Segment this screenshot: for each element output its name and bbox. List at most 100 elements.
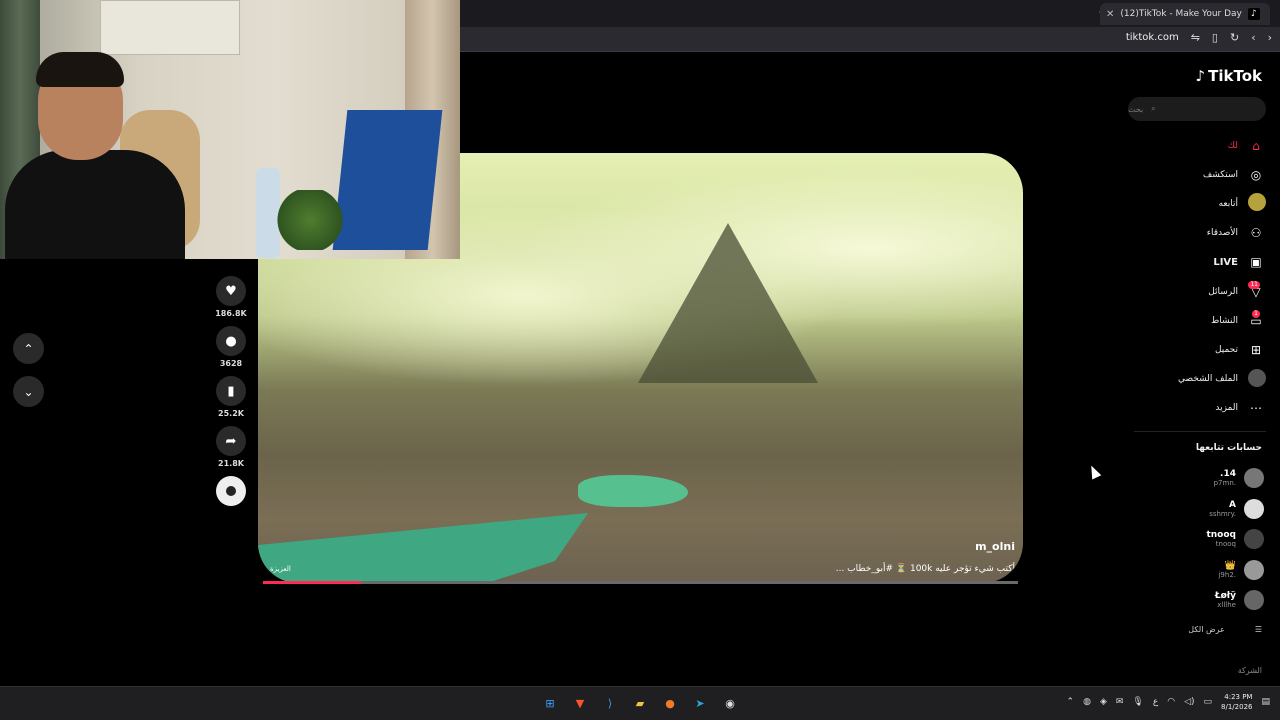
webcam-person-body (5, 150, 185, 259)
site-settings-icon[interactable]: ⇋ (1191, 31, 1200, 44)
file-explorer-icon[interactable]: ▰ (630, 693, 650, 713)
previous-video-button[interactable]: ⌃ (13, 333, 44, 364)
avatar (1244, 529, 1264, 550)
share-count: 21.8K (218, 459, 244, 468)
avatar (1244, 590, 1264, 611)
messages-badge: 11 (1248, 280, 1260, 289)
sidebar-item-activity[interactable]: النشاط ▭ 1 (1134, 306, 1264, 335)
webcam-person-hair (36, 52, 124, 87)
webcam-plant (275, 190, 345, 250)
friends-icon: ⚇ (1250, 226, 1262, 241)
search-icon[interactable]: ⌕ (1151, 104, 1155, 114)
following-account[interactable]: Asshmry. (1134, 494, 1264, 525)
following-account[interactable]: .14 p7mn. (1134, 463, 1264, 494)
forward-icon[interactable]: › (1268, 31, 1272, 44)
notification-icon[interactable]: ▤ (1261, 697, 1270, 707)
following-account[interactable]: tnooq tnooq (1134, 524, 1264, 555)
video-lake (258, 513, 588, 583)
tiktok-note-icon: ♪ (1195, 67, 1206, 85)
messages-icon: ▽ 11 (1248, 280, 1261, 299)
bookmark-icon[interactable]: ▯ (1212, 31, 1218, 44)
comment-count: 3628 (219, 359, 243, 368)
bookmark-save-icon[interactable]: ▮ (216, 376, 246, 406)
back-icon[interactable]: ‹ (1251, 31, 1255, 44)
avatar (1244, 559, 1264, 580)
video-navigation: ⌃ ⌄ (13, 333, 44, 419)
following-list: .14 p7mn. Asshmry. tnooq tnooq 👑 j9h2. Łøłÿ… (1134, 463, 1264, 616)
tray-chevron-icon[interactable]: ⌃ (1067, 697, 1075, 707)
tray-shield-icon[interactable]: ◈ (1100, 697, 1107, 707)
more-icon: ⋯ (1250, 401, 1262, 416)
sidebar-item-following[interactable]: أتابعه (1134, 189, 1266, 218)
tray-app-icon[interactable]: ◍ (1083, 697, 1091, 707)
language-indicator[interactable]: ع (1153, 697, 1158, 707)
sidebar-item-friends[interactable]: الأصدقاء ⚇ (1134, 219, 1264, 248)
avatar (1244, 498, 1264, 519)
app-orange-icon[interactable]: ● (660, 693, 680, 713)
webcam-air-conditioner (100, 0, 240, 55)
sidebar-item-more[interactable]: المزيد ⋯ (1134, 394, 1264, 423)
like-icon[interactable]: ♥ (216, 276, 246, 306)
sidebar-item-live[interactable]: LIVE ▣ (1134, 248, 1264, 277)
home-icon: ⌂ (1252, 138, 1260, 153)
sidebar-item-explore[interactable]: استكشف ◎ (1134, 160, 1264, 189)
music-disc-icon[interactable] (216, 476, 246, 506)
sidebar-item-for-you[interactable]: لك ⌂ (1134, 131, 1264, 160)
close-tab-icon[interactable]: ✕ (1106, 9, 1114, 20)
following-avatar-icon (1248, 193, 1266, 214)
sidebar: ♪ TikTok ⌕ بحث لك ⌂ استكشف ◎ أتابعه الأصدقا… (1125, 53, 1280, 686)
obs-icon[interactable]: ◉ (720, 693, 740, 713)
vscode-icon[interactable]: ⟩ (600, 693, 620, 713)
live-icon: ▣ (1250, 255, 1262, 270)
windows-start-icon[interactable]: ⊞ (540, 693, 560, 713)
sidebar-item-profile[interactable]: الملف الشخصي (1134, 365, 1266, 394)
video-progress-fill (263, 581, 362, 584)
webcam-overlay (0, 0, 460, 259)
company-link[interactable]: الشركة (1238, 666, 1262, 675)
tab-title: (12)TikTok - Make Your Day (1120, 9, 1242, 19)
tiktok-favicon-icon: ♪ (1247, 8, 1260, 20)
brave-browser-icon[interactable]: ▼ (570, 693, 590, 713)
sidebar-item-upload[interactable]: تحميل ⊞ (1134, 335, 1264, 364)
see-all-link[interactable]: ☰ عرض الكل (1188, 625, 1262, 634)
url-text[interactable]: tiktok.com (1126, 32, 1179, 43)
upload-icon: ⊞ (1250, 342, 1262, 357)
volume-icon[interactable]: ◁) (1184, 697, 1194, 707)
list-icon: ☰ (1254, 625, 1262, 634)
video-username[interactable]: m_olni (975, 540, 1015, 553)
sidebar-menu: لك ⌂ استكشف ◎ أتابعه الأصدقاء ⚇ LIVE ▣ الرسا… (1134, 131, 1266, 423)
taskbar: ⊞ ▼ ⟩ ▰ ● ➤ ◉ ⌃ ◍ ◈ ✉ 🎙 ع ◠ ◁) ▭ 4:23 PM… (0, 686, 1280, 720)
share-icon[interactable]: ➦ (216, 426, 246, 456)
tray-mic-icon[interactable]: 🎙 (1132, 697, 1143, 707)
activity-icon: ▭ 1 (1250, 309, 1262, 328)
tab-tiktok[interactable]: ✕ (12)TikTok - Make Your Day ♪ (1100, 3, 1270, 25)
following-accounts-heading: حسابات تتابعها (1195, 443, 1262, 453)
avatar (1244, 468, 1264, 489)
reload-icon[interactable]: ↻ (1230, 31, 1239, 44)
telegram-icon[interactable]: ➤ (690, 693, 710, 713)
following-account[interactable]: Łøłÿ xlllhe (1134, 585, 1264, 616)
video-actions: ♥ 186.8K ● 3628 ▮ 25.2K ➦ 21.8K (213, 276, 249, 514)
tiktok-logo[interactable]: ♪ TikTok (1196, 67, 1262, 85)
save-count: 25.2K (218, 409, 244, 418)
like-count: 186.8K (215, 309, 247, 318)
video-music[interactable]: العزيزة (270, 565, 291, 573)
following-account[interactable]: 👑 j9h2. (1134, 555, 1264, 586)
compass-icon: ◎ (1250, 167, 1262, 182)
activity-badge: 1 (1252, 309, 1260, 318)
mouse-cursor-icon (1086, 463, 1102, 480)
search-input[interactable]: ⌕ بحث (1128, 97, 1266, 121)
video-progress-bar[interactable] (263, 581, 1018, 584)
wifi-icon[interactable]: ◠ (1167, 697, 1175, 707)
comment-icon[interactable]: ● (216, 326, 246, 356)
battery-icon[interactable]: ▭ (1204, 697, 1213, 707)
video-pond (578, 475, 688, 507)
next-video-button[interactable]: ⌄ (13, 376, 44, 407)
video-caption[interactable]: أكتب شيء تؤجر عليه 100k ⏳ #أبو_خطاب ... (836, 564, 1015, 574)
profile-avatar-icon (1248, 368, 1266, 390)
search-placeholder: بحث (1128, 104, 1144, 114)
clock[interactable]: 4:23 PM 8/1/2026 (1221, 692, 1252, 712)
sidebar-item-messages[interactable]: الرسائل ▽ 11 (1134, 277, 1264, 306)
webcam-bag (332, 110, 443, 250)
tray-mail-icon[interactable]: ✉ (1116, 697, 1124, 707)
